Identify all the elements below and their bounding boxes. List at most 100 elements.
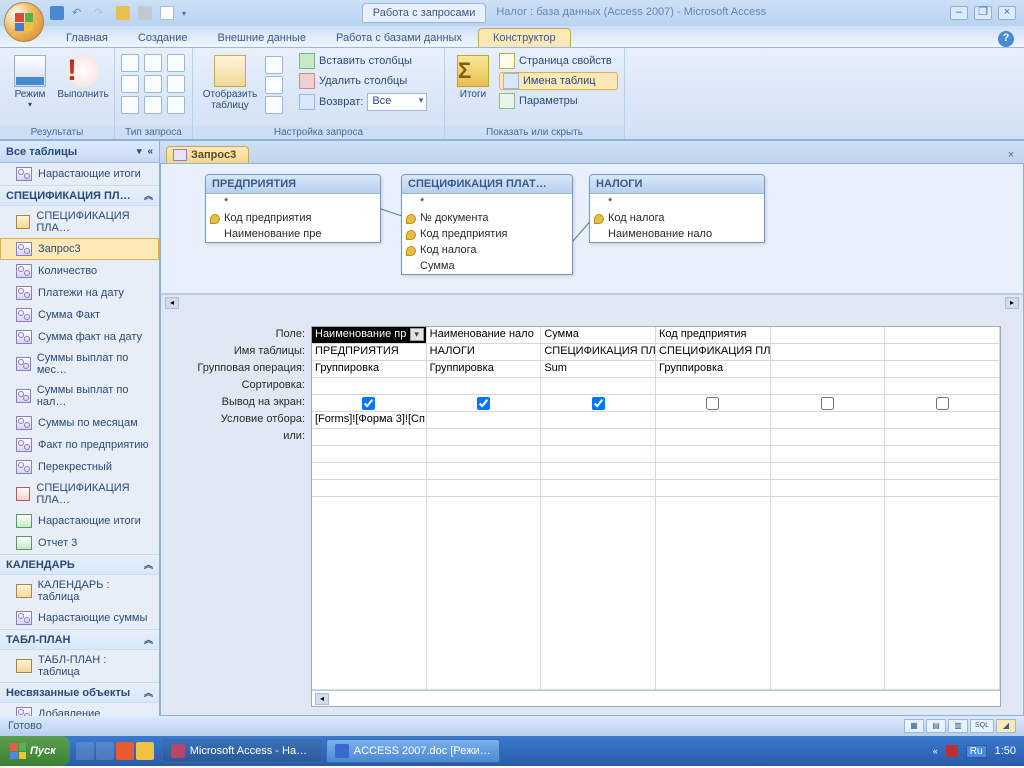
nav-item[interactable]: СПЕЦИФИКАЦИЯ ПЛА…	[0, 206, 159, 238]
nav-item[interactable]: Отчет 3	[0, 532, 159, 554]
qbe-grid[interactable]: Наименование пр Наименование нало Сумма …	[311, 326, 1001, 707]
nav-item[interactable]: Суммы по месяцам	[0, 412, 159, 434]
office-button[interactable]	[4, 2, 44, 42]
insert-rows-icon[interactable]	[265, 56, 283, 74]
table-box-nalogi[interactable]: НАЛОГИ * Код налога Наименование нало	[589, 174, 765, 243]
nav-item[interactable]: ТАБЛ-ПЛАН : таблица	[0, 650, 159, 682]
tab-database[interactable]: Работа с базами данных	[322, 29, 476, 47]
close-button[interactable]: ×	[998, 6, 1016, 20]
nav-item[interactable]: Нарастающие суммы	[0, 607, 159, 629]
delete-query-icon[interactable]	[167, 75, 185, 93]
table-box-predpr[interactable]: ПРЕДПРИЯТИЯ * Код предприятия Наименован…	[205, 174, 381, 243]
update-query-icon[interactable]	[121, 75, 139, 93]
view-sql-icon[interactable]: SQL	[970, 719, 994, 733]
grid-row-sort	[312, 378, 1000, 395]
append-query-icon[interactable]	[144, 75, 162, 93]
grid-row-field: Наименование пр Наименование нало Сумма …	[312, 327, 1000, 344]
nav-item[interactable]: Количество	[0, 260, 159, 282]
relationship-area[interactable]: ПРЕДПРИЯТИЯ * Код предприятия Наименован…	[161, 164, 1023, 294]
nav-item[interactable]: Сумма факт на дату	[0, 326, 159, 348]
save-icon[interactable]	[50, 6, 64, 20]
nav-item[interactable]: Сумма Факт	[0, 304, 159, 326]
tab-home[interactable]: Главная	[52, 29, 122, 47]
grid-row-table: ПРЕДПРИЯТИЯ НАЛОГИ СПЕЦИФИКАЦИЯ ПЛА СПЕЦ…	[312, 344, 1000, 361]
scroll-left-icon: ◂	[165, 297, 179, 309]
lang-indicator[interactable]: Ru	[966, 745, 987, 758]
statusbar: Готово ▦ ▤ ▥ SQL ◢	[0, 716, 1024, 736]
property-sheet-button[interactable]: Страница свойств	[499, 52, 618, 70]
ql-icon[interactable]	[136, 742, 154, 760]
new-icon[interactable]	[160, 6, 174, 20]
close-tab-button[interactable]: ×	[1004, 149, 1018, 163]
tab-design[interactable]: Конструктор	[478, 28, 571, 47]
task-word[interactable]: ACCESS 2007.doc [Режи…	[326, 739, 500, 763]
nav-item-query3[interactable]: Запрос3	[0, 238, 159, 260]
passthrough-icon[interactable]	[144, 96, 162, 114]
open-icon[interactable]	[116, 6, 130, 20]
show-table-button[interactable]: Отобразить таблицу	[199, 52, 261, 114]
restore-button[interactable]: ❐	[974, 6, 992, 20]
nav-item[interactable]: Суммы выплат по мес…	[0, 348, 159, 380]
nav-item[interactable]: Нарастающие итоги	[0, 510, 159, 532]
nav-item[interactable]: Перекрестный	[0, 456, 159, 478]
titlebar: ↶ ↷ ▾ Работа с запросами Налог : база да…	[0, 0, 1024, 26]
print-icon[interactable]	[138, 6, 152, 20]
nav-item[interactable]: КАЛЕНДАРЬ : таблица	[0, 575, 159, 607]
table-names-button[interactable]: Имена таблиц	[499, 72, 618, 90]
help-icon[interactable]: ?	[998, 31, 1014, 47]
tab-external[interactable]: Внешние данные	[204, 29, 320, 47]
nav-item[interactable]: Добавление	[0, 703, 159, 716]
nav-item[interactable]: Нарастающие итоги	[0, 163, 159, 185]
minimize-button[interactable]: –	[950, 6, 968, 20]
delete-rows-icon[interactable]	[265, 76, 283, 94]
nav-item[interactable]: Факт по предприятию	[0, 434, 159, 456]
nav-group-tablplan[interactable]: ТАБЛ-ПЛАН︽	[0, 629, 159, 650]
undo-icon[interactable]: ↶	[72, 6, 86, 20]
task-access[interactable]: Microsoft Access - На…	[162, 739, 322, 763]
crosstab-query-icon[interactable]	[144, 54, 162, 72]
view-chart-icon[interactable]: ▥	[948, 719, 968, 733]
view-button[interactable]: Режим▾	[6, 52, 54, 112]
doc-tab-query3[interactable]: Запрос3	[166, 146, 249, 163]
tray-collapse-icon[interactable]: «	[933, 746, 938, 756]
query-icon	[173, 149, 187, 161]
table-box-spec[interactable]: СПЕЦИФИКАЦИЯ ПЛАТ… * № документа Код пре…	[401, 174, 573, 275]
ql-icon[interactable]	[76, 742, 94, 760]
data-def-icon[interactable]	[167, 96, 185, 114]
union-query-icon[interactable]	[121, 96, 139, 114]
delete-columns-button[interactable]: Удалить столбцы	[299, 72, 438, 90]
select-query-icon[interactable]	[121, 54, 139, 72]
ribbon-tabs: Главная Создание Внешние данные Работа с…	[0, 26, 1024, 48]
rel-hscroll[interactable]: ◂▸	[161, 294, 1023, 310]
parameters-button[interactable]: Параметры	[499, 92, 618, 110]
ql-icon[interactable]	[96, 742, 114, 760]
nav-group-calendar[interactable]: КАЛЕНДАРЬ︽	[0, 554, 159, 575]
totals-button[interactable]: Σ Итоги	[451, 52, 495, 103]
nav-item[interactable]: СПЕЦИФИКАЦИЯ ПЛА…	[0, 478, 159, 510]
nav-item[interactable]: Платежи на дату	[0, 282, 159, 304]
insert-columns-button[interactable]: Вставить столбцы	[299, 52, 438, 70]
grid-hscroll[interactable]: ◂	[312, 690, 1000, 706]
chevron-up-icon: ︽	[144, 633, 153, 646]
document-tabs: Запрос3 ×	[160, 141, 1024, 163]
group-show-label: Показать или скрыть	[445, 126, 624, 139]
make-table-icon[interactable]	[167, 54, 185, 72]
ql-icon[interactable]	[116, 742, 134, 760]
redo-icon[interactable]: ↷	[94, 6, 108, 20]
tray-flag-icon[interactable]	[946, 745, 958, 757]
builder-icon[interactable]	[265, 96, 283, 114]
view-datasheet-icon[interactable]: ▦	[904, 719, 924, 733]
nav-group-spec[interactable]: СПЕЦИФИКАЦИЯ ПЛ…︽	[0, 185, 159, 206]
run-button[interactable]: ! Выполнить	[58, 52, 108, 103]
nav-header[interactable]: Все таблицы▾«	[0, 141, 159, 163]
tab-create[interactable]: Создание	[124, 29, 202, 47]
return-combo[interactable]: Все	[367, 93, 427, 111]
nav-item[interactable]: Суммы выплат по нал…	[0, 380, 159, 412]
view-design-icon[interactable]: ◢	[996, 719, 1016, 733]
view-pivot-icon[interactable]: ▤	[926, 719, 946, 733]
start-button[interactable]: Пуск	[0, 736, 70, 766]
group-qtype-label: Тип запроса	[115, 126, 192, 139]
return-icon	[299, 94, 315, 110]
clock[interactable]: 1:50	[995, 745, 1016, 757]
nav-group-unrelated[interactable]: Несвязанные объекты︽	[0, 682, 159, 703]
